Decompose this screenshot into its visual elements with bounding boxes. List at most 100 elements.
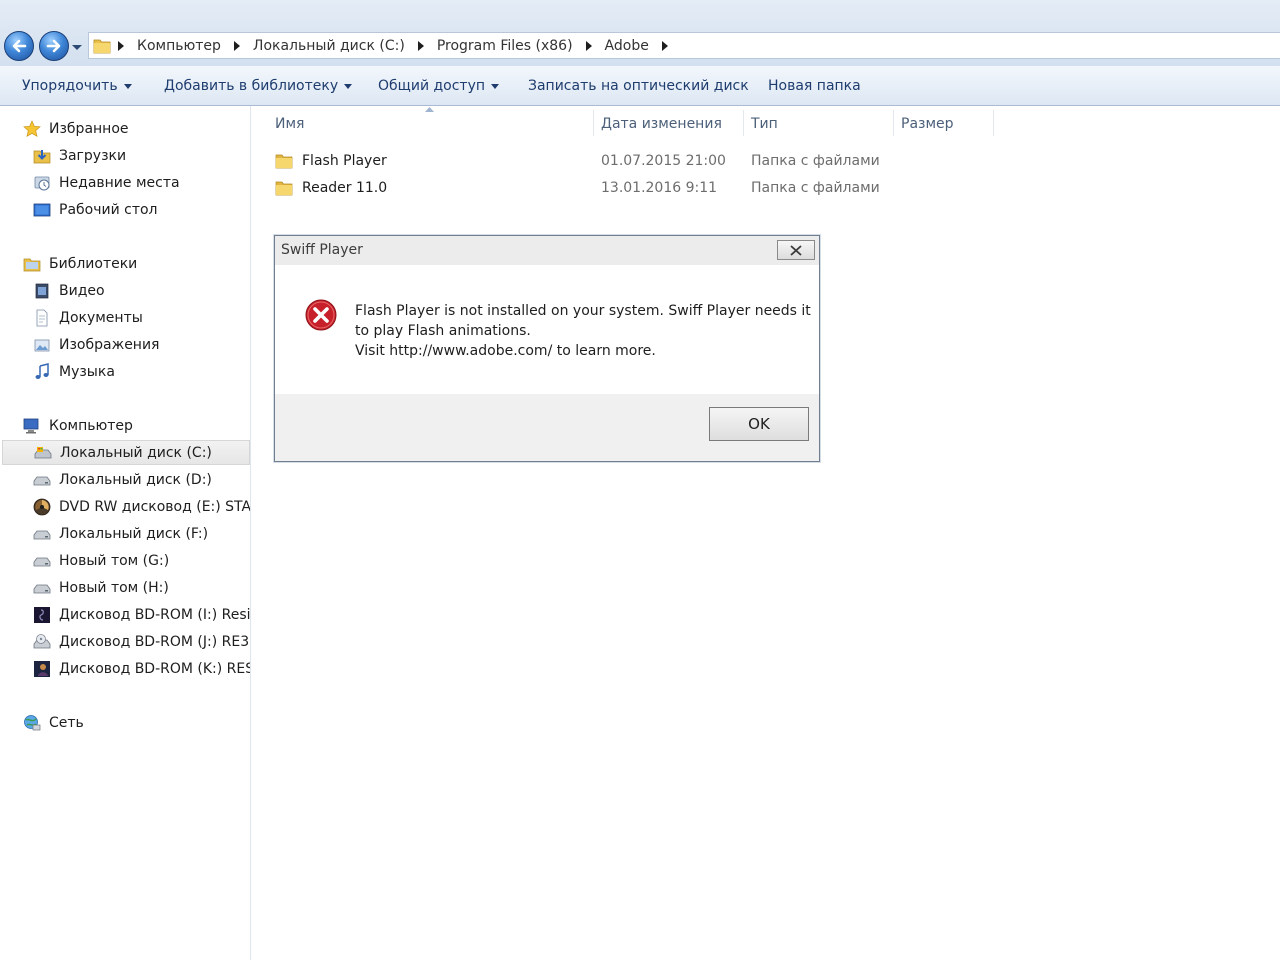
nav-item-drive-f[interactable]: Локальный диск (F:) bbox=[33, 521, 208, 546]
breadcrumb-arrow-icon[interactable] bbox=[233, 41, 241, 51]
dialog-footer: OK bbox=[275, 394, 819, 461]
nav-item-label: Новый том (G:) bbox=[59, 552, 170, 569]
ok-button[interactable]: OK bbox=[709, 407, 809, 441]
folder-icon bbox=[275, 154, 293, 169]
nav-item-label: Недавние места bbox=[59, 174, 180, 191]
breadcrumb-item-adobe[interactable]: Adobe bbox=[605, 38, 649, 54]
nav-item-drive-j[interactable]: Дисковод BD-ROM (J:) RE3 bbox=[33, 629, 249, 654]
nav-item-drive-h[interactable]: Новый том (H:) bbox=[33, 575, 169, 600]
close-icon bbox=[790, 244, 802, 256]
column-divider[interactable] bbox=[593, 110, 594, 136]
arrow-right-icon bbox=[46, 39, 61, 53]
nav-item-drive-e[interactable]: DVD RW дисковод (E:) STALKER bbox=[33, 494, 250, 519]
burn-to-disc-label: Записать на оптический диск bbox=[528, 78, 749, 94]
dialog-message: Flash Player is not installed on your sy… bbox=[355, 301, 811, 361]
nav-item-drive-g[interactable]: Новый том (G:) bbox=[33, 548, 169, 573]
desktop-icon bbox=[33, 203, 51, 216]
back-button[interactable] bbox=[4, 31, 34, 61]
file-modified: 13.01.2016 9:11 bbox=[601, 180, 718, 196]
breadcrumb-arrow-icon[interactable] bbox=[661, 41, 669, 51]
column-header-size-label: Размер bbox=[901, 116, 954, 132]
nav-item-label: Изображения bbox=[59, 336, 160, 353]
nav-item-label: Дисковод BD-ROM (K:) RESIDENT EVIL bbox=[59, 660, 250, 677]
chevron-down-icon bbox=[491, 83, 500, 89]
nav-item-label: Локальный диск (D:) bbox=[59, 471, 212, 488]
hard-drive-icon bbox=[33, 557, 51, 566]
nav-item-label: Рабочий стол bbox=[59, 201, 158, 218]
nav-item-drive-i[interactable]: Дисковод BD-ROM (I:) Resident Evil bbox=[33, 602, 250, 627]
bd-rom-drive-icon bbox=[33, 633, 51, 648]
nav-item-desktop[interactable]: Рабочий стол bbox=[33, 197, 158, 222]
file-type: Папка с файлами bbox=[751, 180, 880, 196]
music-library-icon bbox=[35, 362, 49, 379]
nav-item-documents[interactable]: Документы bbox=[33, 305, 143, 330]
share-label: Общий доступ bbox=[378, 78, 486, 94]
nav-item-label: Музыка bbox=[59, 363, 115, 380]
breadcrumb-item-computer[interactable]: Компьютер bbox=[137, 38, 221, 54]
nav-network[interactable]: Сеть bbox=[23, 710, 84, 735]
dialog-title-bar[interactable]: Swiff Player bbox=[275, 236, 819, 266]
nav-libraries[interactable]: Библиотеки bbox=[23, 251, 137, 276]
file-modified: 01.07.2015 21:00 bbox=[601, 153, 726, 169]
libraries-icon bbox=[23, 258, 41, 271]
new-folder-label: Новая папка bbox=[768, 78, 861, 94]
folder-icon bbox=[93, 39, 111, 54]
file-row-flash-player[interactable]: Flash Player bbox=[275, 149, 387, 173]
breadcrumb-arrow-icon[interactable] bbox=[117, 41, 125, 51]
column-header-type[interactable]: Тип bbox=[751, 112, 893, 136]
hard-drive-icon bbox=[33, 530, 51, 539]
nav-item-pictures[interactable]: Изображения bbox=[33, 332, 159, 357]
recent-pages-dropdown-icon[interactable] bbox=[71, 42, 83, 52]
burn-to-disc-button[interactable]: Записать на оптический диск bbox=[528, 78, 749, 94]
nav-item-label: Загрузки bbox=[59, 147, 127, 164]
new-folder-button[interactable]: Новая папка bbox=[768, 78, 861, 94]
dialog-close-button[interactable] bbox=[777, 240, 815, 260]
computer-icon bbox=[23, 418, 39, 433]
chevron-down-icon bbox=[123, 83, 132, 89]
dialog-title: Swiff Player bbox=[281, 242, 363, 258]
nav-item-drive-c[interactable]: Локальный диск (C:) bbox=[2, 440, 250, 465]
nav-libraries-label: Библиотеки bbox=[49, 255, 138, 272]
nav-item-recent-places[interactable]: Недавние места bbox=[33, 170, 180, 195]
breadcrumb-arrow-icon[interactable] bbox=[585, 41, 593, 51]
dialog-body: Flash Player is not installed on your sy… bbox=[275, 265, 819, 394]
nav-item-drive-d[interactable]: Локальный диск (D:) bbox=[33, 467, 212, 492]
add-to-library-label: Добавить в библиотеку bbox=[164, 78, 339, 94]
column-divider[interactable] bbox=[893, 110, 894, 136]
column-divider[interactable] bbox=[743, 110, 744, 136]
error-dialog: Swiff Player Flash Player is not install… bbox=[274, 235, 820, 462]
file-name: Reader 11.0 bbox=[302, 180, 388, 196]
nav-computer[interactable]: Компьютер bbox=[23, 413, 133, 438]
command-bar: Упорядочить Добавить в библиотеку Общий … bbox=[0, 66, 1280, 106]
column-header-name[interactable]: Имя bbox=[275, 112, 593, 136]
add-to-library-button[interactable]: Добавить в библиотеку bbox=[164, 78, 353, 94]
bd-rom-disc-art-icon bbox=[34, 606, 50, 623]
nav-favorites[interactable]: Избранное bbox=[23, 116, 129, 141]
share-button[interactable]: Общий доступ bbox=[378, 78, 500, 94]
file-row-reader[interactable]: Reader 11.0 bbox=[275, 176, 387, 200]
breadcrumb-item-local-disk-c[interactable]: Локальный диск (C:) bbox=[253, 38, 405, 54]
organize-button[interactable]: Упорядочить bbox=[22, 78, 132, 94]
nav-item-label: Новый том (H:) bbox=[59, 579, 169, 596]
nav-item-label: Дисковод BD-ROM (J:) RE3 bbox=[59, 633, 250, 650]
file-type: Папка с файлами bbox=[751, 153, 880, 169]
nav-item-label: Видео bbox=[59, 282, 105, 299]
nav-item-video[interactable]: Видео bbox=[33, 278, 105, 303]
pictures-library-icon bbox=[34, 339, 50, 351]
breadcrumb-arrow-icon[interactable] bbox=[417, 41, 425, 51]
column-divider[interactable] bbox=[993, 110, 994, 136]
nav-item-downloads[interactable]: Загрузки bbox=[33, 143, 126, 168]
column-header-modified[interactable]: Дата изменения bbox=[601, 112, 743, 136]
nav-item-drive-k[interactable]: Дисковод BD-ROM (K:) RESIDENT EVIL bbox=[33, 656, 250, 681]
nav-item-music[interactable]: Музыка bbox=[33, 359, 115, 384]
file-name: Flash Player bbox=[302, 153, 387, 169]
breadcrumb-item-program-files[interactable]: Program Files (x86) bbox=[437, 38, 573, 54]
address-path-box[interactable]: Компьютер Локальный диск (C:) Program Fi… bbox=[88, 32, 1280, 59]
column-header-size[interactable]: Размер bbox=[901, 112, 993, 136]
column-header-name-label: Имя bbox=[275, 116, 305, 132]
nav-item-label: DVD RW дисковод (E:) STALKER bbox=[59, 498, 250, 515]
column-header-modified-label: Дата изменения bbox=[601, 116, 722, 132]
system-drive-icon bbox=[34, 446, 52, 458]
dvd-drive-icon bbox=[33, 498, 51, 515]
forward-button[interactable] bbox=[39, 31, 69, 61]
